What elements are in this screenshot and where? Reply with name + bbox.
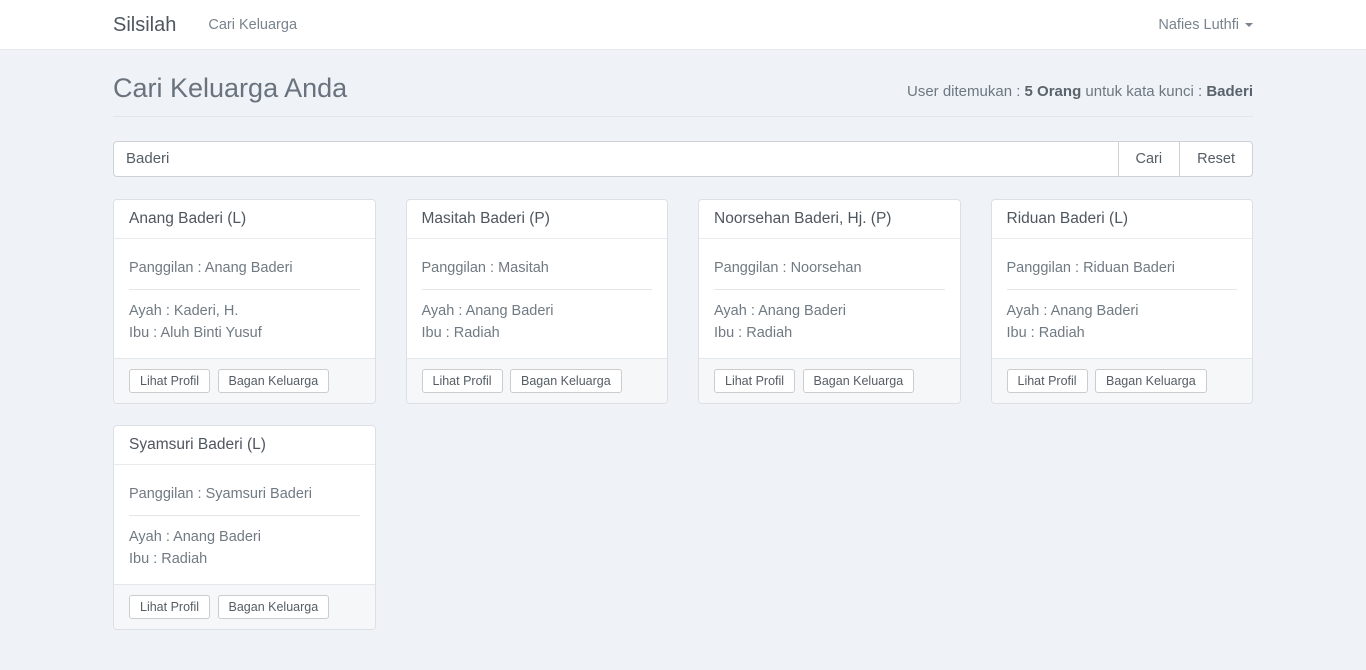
person-father: Ayah : Anang Baderi: [714, 300, 945, 322]
result-summary: User ditemukan : 5 Orang untuk kata kunc…: [907, 83, 1253, 104]
person-father: Ayah : Anang Baderi: [129, 526, 360, 548]
person-card-body: Panggilan : Masitah Ayah : Anang Baderi …: [407, 239, 668, 358]
cards-grid: Anang Baderi (L) Panggilan : Anang Bader…: [113, 199, 1253, 670]
user-menu-label: Nafies Luthfi: [1158, 17, 1239, 33]
result-prefix: User ditemukan :: [907, 83, 1025, 100]
person-mother: Ibu : Radiah: [1007, 322, 1238, 344]
person-card-title: Masitah Baderi (P): [407, 200, 668, 239]
person-nickname: Panggilan : Riduan Baderi: [1007, 257, 1238, 279]
navbar: Silsilah Cari Keluarga Nafies Luthfi: [0, 0, 1366, 50]
lihat-profil-button[interactable]: Lihat Profil: [129, 595, 210, 619]
person-card-body: Panggilan : Riduan Baderi Ayah : Anang B…: [992, 239, 1253, 358]
person-card: Anang Baderi (L) Panggilan : Anang Bader…: [113, 199, 376, 404]
card-body-divider: [1007, 289, 1238, 290]
person-card-footer: Lihat Profil Bagan Keluarga: [699, 358, 960, 403]
brand-silsilah[interactable]: Silsilah: [113, 14, 176, 37]
person-card: Noorsehan Baderi, Hj. (P) Panggilan : No…: [698, 199, 961, 404]
result-keyword: Baderi: [1206, 83, 1253, 100]
person-card-body: Panggilan : Noorsehan Ayah : Anang Bader…: [699, 239, 960, 358]
nav-item-cari-keluarga[interactable]: Cari Keluarga: [208, 17, 297, 33]
person-nickname: Panggilan : Syamsuri Baderi: [129, 483, 360, 505]
person-card-title: Noorsehan Baderi, Hj. (P): [699, 200, 960, 239]
reset-button[interactable]: Reset: [1179, 141, 1253, 177]
page-title: Cari Keluarga Anda: [113, 74, 347, 104]
person-card: Masitah Baderi (P) Panggilan : Masitah A…: [406, 199, 669, 404]
person-card-title: Syamsuri Baderi (L): [114, 426, 375, 465]
card-body-divider: [129, 515, 360, 516]
person-card-footer: Lihat Profil Bagan Keluarga: [114, 584, 375, 629]
card-body-divider: [129, 289, 360, 290]
person-nickname: Panggilan : Anang Baderi: [129, 257, 360, 279]
person-father: Ayah : Anang Baderi: [1007, 300, 1238, 322]
search-bar: Cari Reset: [113, 141, 1253, 177]
bagan-keluarga-button[interactable]: Bagan Keluarga: [510, 369, 622, 393]
person-card: Syamsuri Baderi (L) Panggilan : Syamsuri…: [113, 425, 376, 630]
main-content: Cari Keluarga Anda User ditemukan : 5 Or…: [113, 50, 1253, 670]
lihat-profil-button[interactable]: Lihat Profil: [1007, 369, 1088, 393]
person-mother: Ibu : Radiah: [422, 322, 653, 344]
search-input[interactable]: [113, 141, 1119, 177]
result-middle: untuk kata kunci :: [1081, 83, 1206, 100]
person-card-body: Panggilan : Syamsuri Baderi Ayah : Anang…: [114, 465, 375, 584]
person-mother: Ibu : Aluh Binti Yusuf: [129, 322, 360, 344]
bagan-keluarga-button[interactable]: Bagan Keluarga: [803, 369, 915, 393]
lihat-profil-button[interactable]: Lihat Profil: [129, 369, 210, 393]
person-card-footer: Lihat Profil Bagan Keluarga: [992, 358, 1253, 403]
person-father: Ayah : Anang Baderi: [422, 300, 653, 322]
bagan-keluarga-button[interactable]: Bagan Keluarga: [218, 369, 330, 393]
person-mother: Ibu : Radiah: [714, 322, 945, 344]
cari-button[interactable]: Cari: [1118, 141, 1181, 177]
page-header: Cari Keluarga Anda User ditemukan : 5 Or…: [113, 50, 1253, 117]
person-nickname: Panggilan : Noorsehan: [714, 257, 945, 279]
person-card: Riduan Baderi (L) Panggilan : Riduan Bad…: [991, 199, 1254, 404]
person-card-footer: Lihat Profil Bagan Keluarga: [407, 358, 668, 403]
person-nickname: Panggilan : Masitah: [422, 257, 653, 279]
chevron-down-icon: [1245, 23, 1253, 27]
result-count: 5 Orang: [1025, 83, 1082, 100]
person-mother: Ibu : Radiah: [129, 548, 360, 570]
card-body-divider: [714, 289, 945, 290]
bagan-keluarga-button[interactable]: Bagan Keluarga: [218, 595, 330, 619]
bagan-keluarga-button[interactable]: Bagan Keluarga: [1095, 369, 1207, 393]
person-card-footer: Lihat Profil Bagan Keluarga: [114, 358, 375, 403]
person-card-title: Riduan Baderi (L): [992, 200, 1253, 239]
user-menu-dropdown[interactable]: Nafies Luthfi: [1158, 17, 1253, 33]
lihat-profil-button[interactable]: Lihat Profil: [714, 369, 795, 393]
person-card-body: Panggilan : Anang Baderi Ayah : Kaderi, …: [114, 239, 375, 358]
person-card-title: Anang Baderi (L): [114, 200, 375, 239]
person-father: Ayah : Kaderi, H.: [129, 300, 360, 322]
card-body-divider: [422, 289, 653, 290]
lihat-profil-button[interactable]: Lihat Profil: [422, 369, 503, 393]
